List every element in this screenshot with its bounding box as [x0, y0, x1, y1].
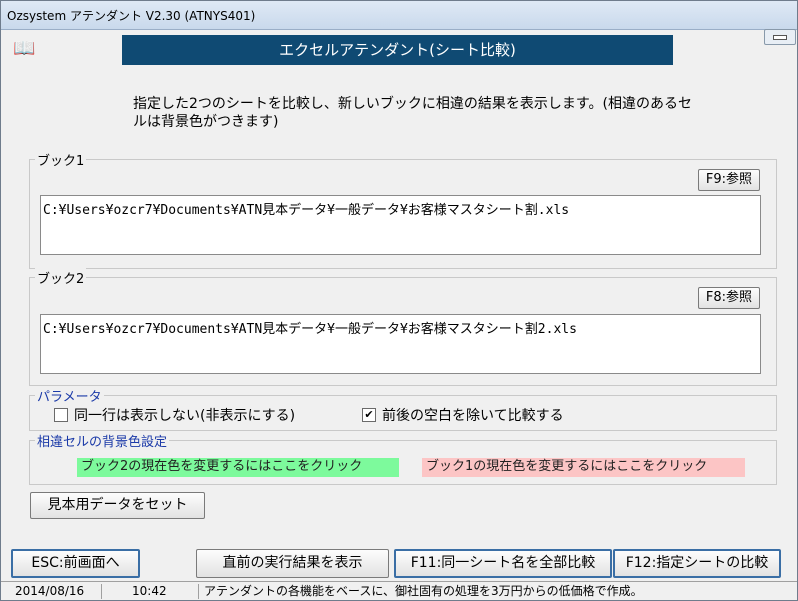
book1-color-swatch[interactable]: ブック1の現在色を変更するにはここをクリック [422, 458, 745, 477]
book2-browse-button[interactable]: F8:参照 [698, 287, 760, 309]
book2-path-field[interactable]: C:¥Users¥ozcr7¥Documents¥ATN見本データ¥一般データ¥… [40, 314, 761, 374]
book1-label: ブック1 [35, 150, 87, 169]
trim-spaces-option[interactable]: ✔ 前後の空白を除いて比較する [362, 405, 564, 425]
bgcolor-label: 相違セルの背景色設定 [35, 431, 170, 450]
status-bar: 2014/08/16 10:42 アテンダントの各機能をベースに、御社固有の処理… [1, 581, 797, 600]
status-message: アテンダントの各機能をベースに、御社固有の処理を3万円からの低価格で作成。 [204, 584, 643, 598]
esc-back-button[interactable]: ESC:前画面へ [11, 549, 140, 578]
parameters-label: パラメータ [35, 386, 104, 405]
description-text: 指定した2つのシートを比較し、新しいブックに相違の結果を表示します。(相違のある… [133, 96, 692, 130]
trim-spaces-checkbox[interactable]: ✔ [362, 408, 376, 422]
compare-all-sheets-button[interactable]: F11:同一シート名を全部比較 [394, 549, 612, 578]
book1-path-field[interactable]: C:¥Users¥ozcr7¥Documents¥ATN見本データ¥一般データ¥… [40, 195, 761, 255]
book-icon[interactable]: 📖 [13, 38, 35, 59]
page-title: エクセルアテンダント(シート比較) [122, 35, 673, 65]
title-bar[interactable]: Ozsystem アテンダント V2.30 (ATNYS401) [1, 1, 797, 30]
set-sample-data-button[interactable]: 見本用データをセット [30, 492, 205, 519]
hide-same-rows-checkbox[interactable] [54, 408, 68, 422]
restore-icon[interactable] [764, 29, 796, 45]
hide-same-rows-option[interactable]: 同一行は表示しない(非表示にする) [54, 405, 295, 425]
book2-label: ブック2 [35, 268, 87, 287]
window-title: Ozsystem アテンダント V2.30 (ATNYS401) [7, 9, 256, 23]
book2-color-swatch[interactable]: ブック2の現在色を変更するにはここをクリック [77, 458, 399, 477]
status-date: 2014/08/16 [15, 584, 85, 598]
show-last-result-button[interactable]: 直前の実行結果を表示 [196, 549, 389, 578]
trim-spaces-label: 前後の空白を除いて比較する [382, 408, 564, 424]
book1-browse-button[interactable]: F9:参照 [698, 169, 760, 191]
app-window: Ozsystem アテンダント V2.30 (ATNYS401) 📖 エクセルア… [0, 0, 798, 601]
hide-same-rows-label: 同一行は表示しない(非表示にする) [74, 408, 296, 424]
status-time: 10:42 [132, 584, 167, 598]
compare-selected-sheet-button[interactable]: F12:指定シートの比較 [613, 549, 781, 578]
